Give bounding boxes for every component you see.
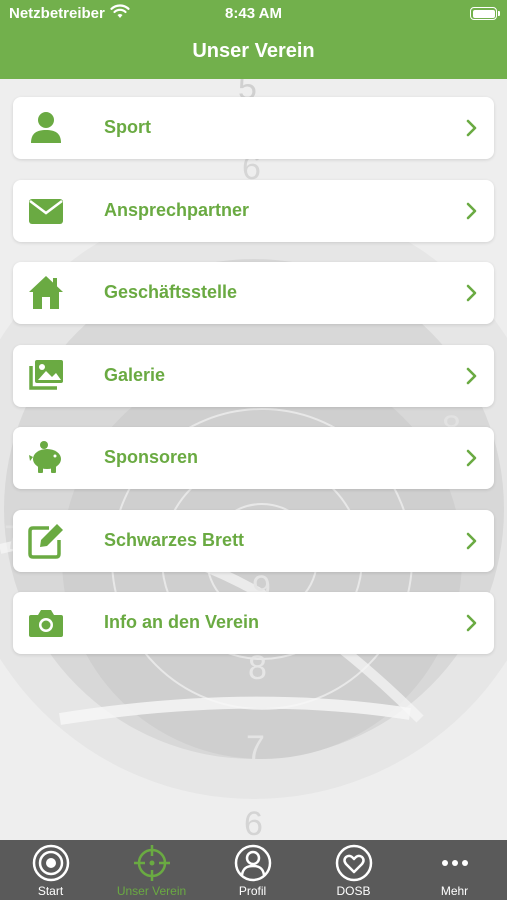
tab-label: Start <box>37 884 64 898</box>
clock: 8:43 AM <box>225 5 282 22</box>
piggy-bank-icon <box>29 441 61 473</box>
tab-label: Mehr <box>440 884 469 898</box>
chevron-right-icon <box>466 119 477 137</box>
menu-item-sponsoren[interactable]: Sponsoren <box>13 427 494 489</box>
menu-item-geschaeftsstelle[interactable]: Geschäftsstelle <box>13 262 494 324</box>
tab-dosb[interactable]: DOSB <box>303 840 404 900</box>
menu-item-label: Sponsoren <box>104 447 199 467</box>
status-bar: Netzbetreiber 8:43 AM <box>0 0 507 28</box>
tab-label: Unser Verein <box>116 884 187 898</box>
tab-mehr[interactable]: Mehr <box>404 840 505 900</box>
gallery-icon <box>29 359 63 390</box>
chevron-right-icon <box>466 202 477 219</box>
tab-start[interactable]: Start <box>0 840 101 900</box>
person-icon <box>31 112 61 143</box>
tab-profil[interactable]: Profil <box>202 840 303 900</box>
menu-item-schwarzes-brett[interactable]: Schwarzes Brett <box>13 509 494 572</box>
header-bar: Netzbetreiber 8:43 AM Unser Verein <box>0 0 507 79</box>
chevron-right-icon <box>466 367 477 384</box>
menu-item-info-an-den-verein[interactable]: Info an den Verein <box>13 592 494 654</box>
tab-label: DOSB <box>336 884 371 898</box>
menu-item-label: Sport <box>104 117 151 137</box>
envelope-icon <box>29 198 63 224</box>
menu-item-galerie[interactable]: Galerie <box>13 344 494 407</box>
house-icon <box>29 276 63 309</box>
bg-number: 7 <box>246 729 265 767</box>
heart-icon <box>335 844 373 882</box>
menu-item-label: Schwarzes Brett <box>104 529 245 550</box>
menu-item-ansprechpartner[interactable]: Ansprechpartner <box>13 179 494 242</box>
tab-unser-verein[interactable]: Unser Verein <box>101 840 202 900</box>
chevron-right-icon <box>466 284 477 302</box>
menu-list: Sport Ansprechpartner Geschäftsstelle Ga… <box>13 97 494 675</box>
menu-item-label: Geschäftsstelle <box>104 282 238 302</box>
chevron-right-icon <box>466 532 477 549</box>
menu-item-label: Ansprechpartner <box>104 199 250 220</box>
bg-number: 6 <box>244 805 263 840</box>
menu-item-label: Info an den Verein <box>104 612 260 632</box>
profile-icon <box>234 844 272 882</box>
chevron-right-icon <box>466 449 477 467</box>
chevron-right-icon <box>466 614 477 632</box>
edit-icon <box>28 523 63 559</box>
crosshair-icon <box>134 845 170 881</box>
menu-item-sport[interactable]: Sport <box>13 97 494 159</box>
camera-icon <box>29 610 63 637</box>
tab-label: Profil <box>238 884 267 898</box>
target-icon <box>32 844 70 882</box>
more-dots-icon <box>442 860 468 866</box>
tab-bar: Start Unser Verein Profil DOSB Mehr <box>0 840 507 900</box>
page-title: Unser Verein <box>192 40 315 62</box>
battery-icon <box>470 7 500 20</box>
menu-item-label: Galerie <box>104 364 166 385</box>
